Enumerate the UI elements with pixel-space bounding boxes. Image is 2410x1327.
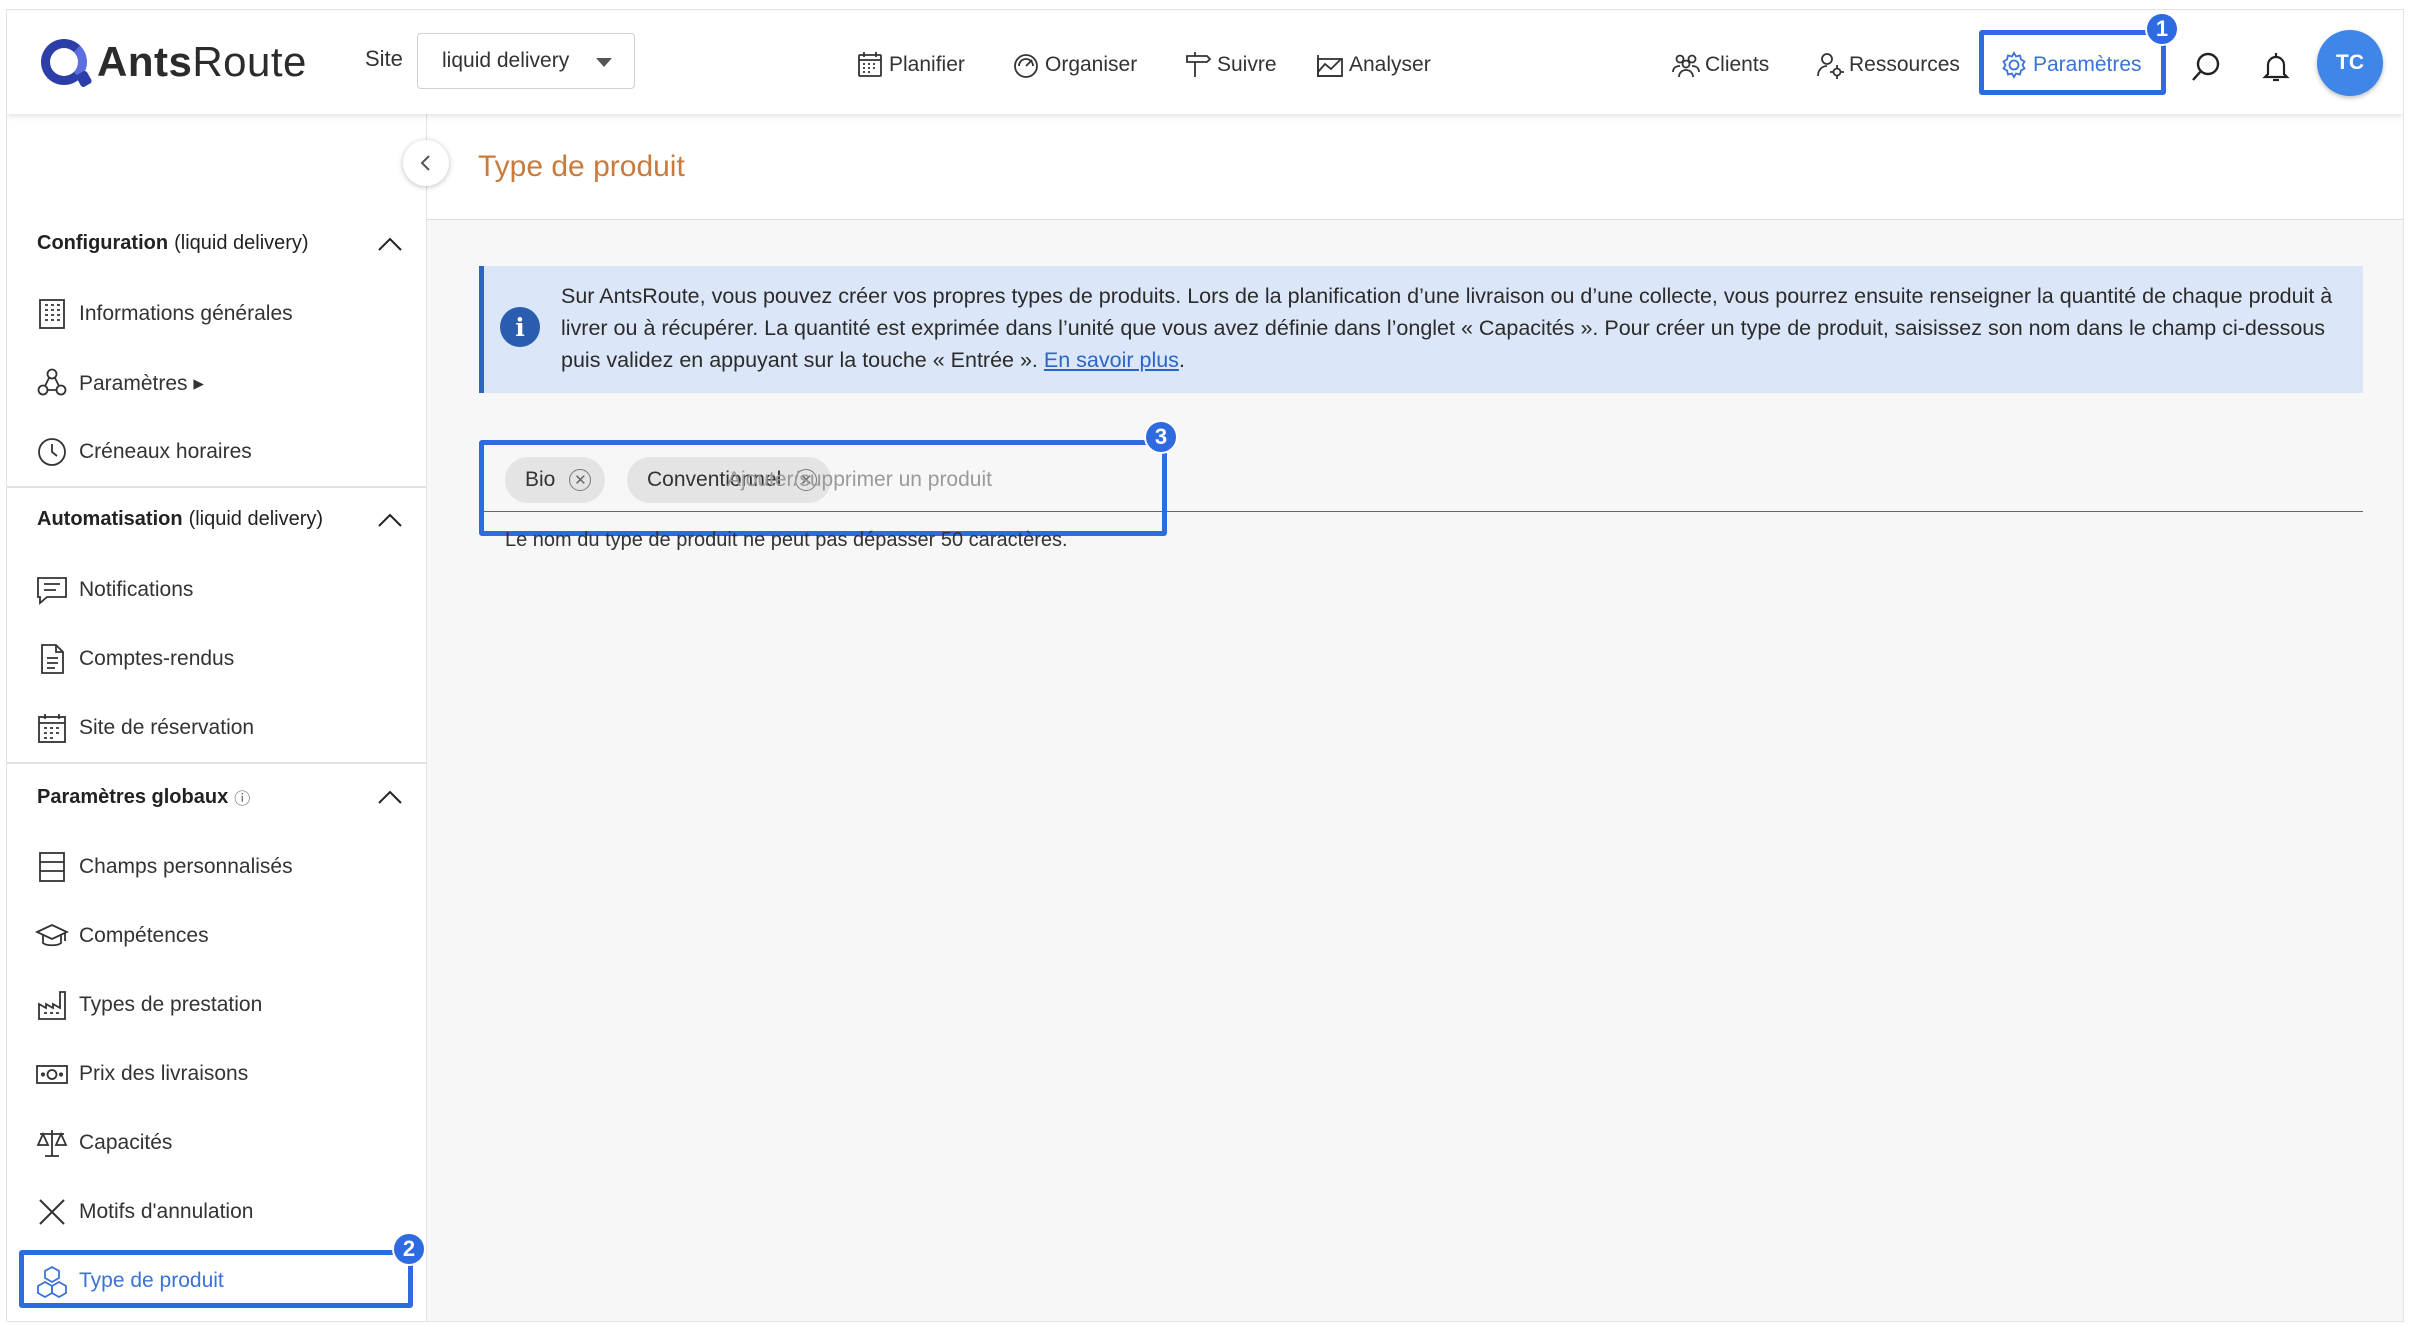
document-icon: [41, 644, 64, 674]
signpost-icon: [1186, 52, 1212, 77]
sidebar-item-notifications[interactable]: Notifications: [35, 570, 193, 610]
section-parametres-globaux-title: Paramètres globaux: [37, 785, 229, 808]
sidebar-item-label: Comptes-rendus: [79, 647, 235, 670]
message-icon: [37, 577, 67, 605]
bell-icon: [2262, 53, 2290, 82]
clock-icon: [38, 438, 66, 466]
highlight-product-field: [479, 440, 1167, 536]
factory-icon: [38, 991, 66, 1020]
annotation-badge-3: 3: [1144, 420, 1178, 454]
nav-clients-label: Clients: [1705, 53, 1770, 76]
sidebar-item-informations-generales[interactable]: Informations générales: [35, 294, 293, 334]
user-avatar[interactable]: TC: [2317, 30, 2383, 96]
chart-icon: [1317, 55, 1343, 77]
chevron-up-icon: [378, 237, 402, 251]
chevron-left-icon: [420, 155, 430, 171]
sidebar-item-label: Motifs d'annulation: [79, 1200, 254, 1223]
nav-analyser-label: Analyser: [1349, 53, 1431, 76]
form-fields-icon: [39, 852, 65, 882]
sidebar-divider: [7, 486, 427, 488]
info-text-body: Sur AntsRoute, vous pouvez créer vos pro…: [561, 284, 2333, 372]
sidebar-divider: [7, 762, 427, 764]
learn-more-link[interactable]: En savoir plus: [1044, 348, 1179, 372]
sidebar-item-comptes-rendus[interactable]: Comptes-rendus: [35, 639, 234, 679]
nav-suivre-label: Suivre: [1217, 53, 1277, 76]
sidebar-item-site-de-reservation[interactable]: Site de réservation: [35, 708, 254, 748]
sidebar-item-label: Paramètres ▸: [79, 371, 204, 395]
banknote-icon: [36, 1065, 68, 1084]
sidebar-item-prix-des-livraisons[interactable]: Prix des livraisons: [35, 1054, 248, 1094]
sidebar-item-competences[interactable]: Compétences: [35, 916, 209, 956]
sidebar-item-label: Notifications: [79, 578, 194, 601]
sidebar-item-parametres[interactable]: Paramètres ▸: [35, 363, 204, 403]
section-configuration-header[interactable]: Configuration (liquid delivery): [37, 232, 407, 255]
nav-ressources-label: Ressources: [1849, 53, 1960, 76]
sidebar-item-label: Capacités: [79, 1131, 173, 1154]
section-automatisation-title: Automatisation: [37, 508, 183, 530]
user-gear-icon: [1817, 53, 1844, 79]
main-content: Type de produit i Sur AntsRoute, vous po…: [427, 114, 2403, 1321]
nav-planifier[interactable]: Planifier: [855, 50, 965, 80]
calendar-icon: [858, 52, 882, 77]
section-automatisation-subtitle: (liquid delivery): [188, 508, 324, 530]
logo-text: AntsRoute: [97, 38, 307, 85]
graduation-cap-icon: [35, 924, 69, 947]
collapse-sidebar-button[interactable]: [403, 140, 449, 186]
nav-planifier-label: Planifier: [889, 53, 965, 76]
page-title: Type de produit: [478, 150, 685, 183]
section-automatisation-header[interactable]: Automatisation (liquid delivery): [37, 508, 407, 531]
calendar-grid-icon: [38, 714, 66, 743]
info-circle-icon: ⓘ: [234, 791, 251, 808]
section-parametres-globaux-header[interactable]: Paramètres globaux ⓘ: [37, 785, 407, 809]
info-icon: i: [500, 307, 540, 347]
notifications-button[interactable]: [2259, 50, 2293, 84]
sidebar-item-types-de-prestation[interactable]: Types de prestation: [35, 985, 262, 1025]
app-window: AntsRoute Site liquid delivery Planifier…: [6, 9, 2404, 1322]
sidebar-item-champs-personnalises[interactable]: Champs personnalisés: [35, 847, 293, 887]
section-configuration-subtitle: (liquid delivery): [174, 232, 309, 254]
sidebar-item-label: Prix des livraisons: [79, 1062, 249, 1085]
sidebar-item-creneaux-horaires[interactable]: Créneaux horaires: [35, 432, 252, 472]
nav-suivre[interactable]: Suivre: [1183, 50, 1277, 80]
sidebar-item-label: Informations générales: [79, 302, 293, 325]
field-hint: Le nom du type de produit ne peut pas dé…: [505, 529, 1068, 551]
nav-organiser-label: Organiser: [1045, 53, 1138, 76]
nav-clients[interactable]: Clients: [1671, 50, 1769, 80]
nodes-icon: [37, 368, 67, 396]
scale-icon: [36, 1130, 68, 1157]
nav-organiser[interactable]: Organiser: [1011, 50, 1137, 80]
sidebar-item-motifs-d-annulation[interactable]: Motifs d'annulation: [35, 1192, 253, 1232]
chevron-up-icon: [378, 790, 402, 804]
search-button[interactable]: [2189, 50, 2223, 84]
sidebar-item-label: Types de prestation: [79, 993, 263, 1016]
sidebar-item-label: Site de réservation: [79, 716, 255, 739]
logo-mark-icon: [41, 39, 87, 85]
building-icon: [39, 299, 65, 329]
info-banner: i Sur AntsRoute, vous pouvez créer vos p…: [479, 266, 2363, 393]
sidebar-item-label: Créneaux horaires: [79, 440, 252, 463]
antsroute-logo[interactable]: AntsRoute: [41, 34, 307, 90]
section-configuration-title: Configuration: [37, 232, 169, 254]
annotation-badge-2: 2: [392, 1232, 426, 1266]
nav-ressources[interactable]: Ressources: [1815, 50, 1960, 80]
sidebar-item-label: Champs personnalisés: [79, 855, 293, 878]
search-icon: [2192, 52, 2220, 81]
speedometer-icon: [1014, 54, 1038, 78]
people-icon: [1672, 54, 1700, 78]
page-header: Type de produit: [427, 114, 2403, 220]
caret-down-icon: [596, 58, 612, 67]
highlight-parametres: [1979, 30, 2166, 95]
site-select[interactable]: liquid delivery: [417, 33, 635, 89]
site-label: Site: [365, 46, 403, 71]
cross-icon: [39, 1199, 65, 1225]
highlight-type-de-produit: [19, 1250, 413, 1308]
chevron-up-icon: [378, 513, 402, 527]
top-bar: AntsRoute Site liquid delivery Planifier…: [7, 10, 2403, 114]
sidebar-item-capacites[interactable]: Capacités: [35, 1123, 172, 1163]
sidebar-item-label: Compétences: [79, 924, 209, 947]
annotation-badge-1: 1: [2145, 12, 2179, 46]
nav-analyser[interactable]: Analyser: [1315, 50, 1431, 80]
site-select-value: liquid delivery: [442, 49, 570, 72]
info-text: Sur AntsRoute, vous pouvez créer vos pro…: [561, 284, 2333, 372]
